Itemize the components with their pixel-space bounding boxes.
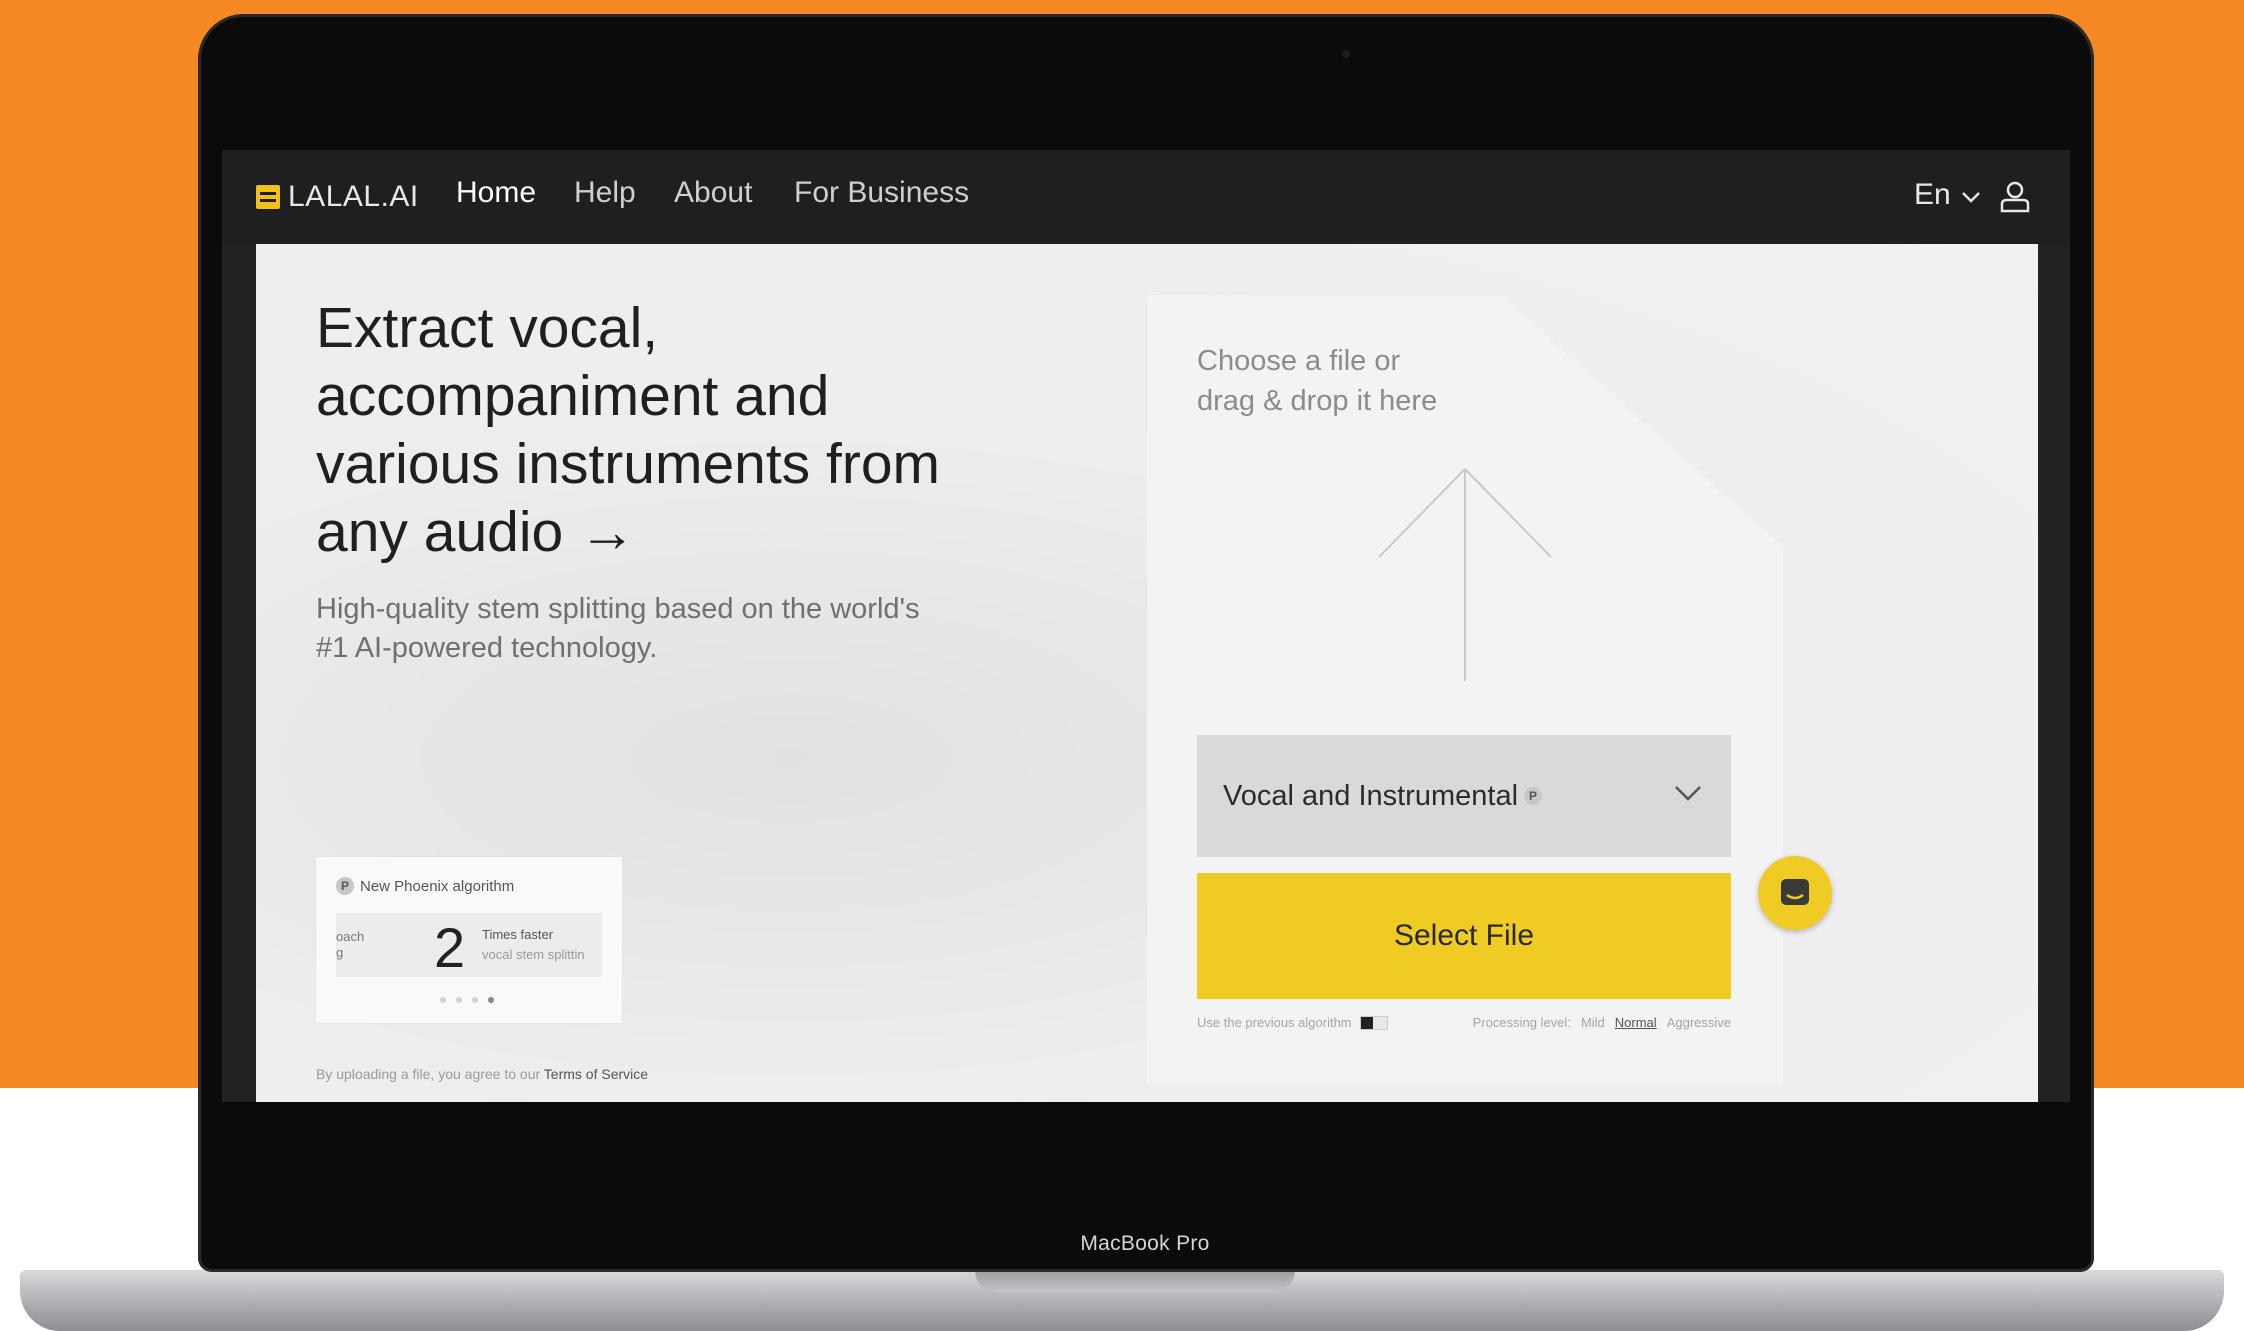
chat-support-button[interactable] (1758, 856, 1832, 930)
language-label: En (1914, 178, 1951, 211)
carousel-dot-active[interactable] (488, 997, 494, 1003)
promo-number: 2 (434, 916, 466, 979)
stem-type-label: Vocal and Instrumental (1223, 779, 1519, 812)
hero-headline: Extract vocal, accompaniment and various… (316, 296, 941, 564)
laptop-base-notch (975, 1270, 1295, 1292)
level-aggressive[interactable]: Aggressive (1667, 1015, 1731, 1030)
carousel-dot[interactable] (472, 997, 478, 1003)
upload-hint: Choose a file or drag & drop it here (1197, 341, 1497, 421)
chevron-down-icon (1962, 192, 1980, 203)
nav-home[interactable]: Home (456, 176, 536, 210)
previous-algorithm-label: Use the previous algorithm (1197, 1015, 1352, 1030)
promo-left-fragment-2: g (336, 945, 344, 960)
nav-for-business[interactable]: For Business (794, 176, 969, 210)
promo-slide: oach g 2 Times faster vocal stem splitti… (336, 913, 602, 979)
level-mild[interactable]: Mild (1581, 1015, 1605, 1030)
chevron-down-icon (1675, 786, 1701, 801)
promo-left-fragment: oach g (336, 929, 364, 961)
chat-icon (1781, 879, 1809, 905)
promo-carousel[interactable]: P New Phoenix algorithm oach g 2 Times f… (316, 857, 622, 1023)
language-selector[interactable]: En (1914, 178, 1981, 212)
processing-level-label: Processing level: (1472, 1015, 1571, 1030)
camera-icon (1342, 50, 1350, 58)
hero-subline: High-quality stem splitting based on the… (316, 593, 920, 664)
upload-hint-line-2: drag & drop it here (1197, 385, 1438, 417)
promo-right-sub: vocal stem splittin (482, 947, 585, 962)
promo-left-fragment-1: oach (336, 929, 365, 944)
promo-heading: P New Phoenix algorithm (336, 877, 514, 895)
nav-help[interactable]: Help (574, 176, 636, 210)
carousel-dots (440, 997, 494, 1003)
logo-text: LALAL.AI (288, 180, 419, 213)
carousel-dot[interactable] (440, 997, 446, 1003)
device-label: MacBook Pro (1080, 1232, 1210, 1255)
main-content: Extract vocal, accompaniment and various… (256, 244, 2038, 1102)
carousel-dot[interactable] (456, 997, 462, 1003)
promo-heading-text: New Phoenix algorithm (360, 877, 515, 895)
nav-about[interactable]: About (674, 176, 752, 210)
stem-type-dropdown[interactable]: Vocal and Instrumental P (1197, 735, 1731, 857)
terms-of-service-link[interactable]: Terms of Service (544, 1066, 648, 1082)
select-file-button[interactable]: Select File (1197, 873, 1731, 999)
previous-algorithm-toggle[interactable] (1359, 1015, 1388, 1030)
browser-screen: LALAL.AI Home Help About For Business En… (222, 150, 2070, 1102)
terms-notice: By uploading a file, you agree to our Te… (316, 1066, 648, 1082)
level-normal[interactable]: Normal (1615, 1015, 1657, 1030)
upload-hint-line-1: Choose a file or (1197, 345, 1401, 377)
logo-icon (256, 185, 280, 209)
phoenix-badge-icon: P (1524, 787, 1543, 805)
terms-text: By uploading a file, you agree to our (316, 1066, 544, 1082)
promo-right-title: Times faster (482, 927, 554, 942)
upload-arrow-icon (1378, 468, 1552, 681)
upload-dropzone[interactable]: Choose a file or drag & drop it here Voc… (1147, 295, 1783, 1084)
processing-options: Use the previous algorithm Processing le… (1197, 1015, 1731, 1030)
logo[interactable]: LALAL.AI (256, 180, 419, 214)
user-account-icon[interactable] (1998, 180, 2032, 214)
phoenix-badge-icon: P (336, 877, 354, 895)
top-navbar: LALAL.AI Home Help About For Business En (222, 150, 2070, 244)
